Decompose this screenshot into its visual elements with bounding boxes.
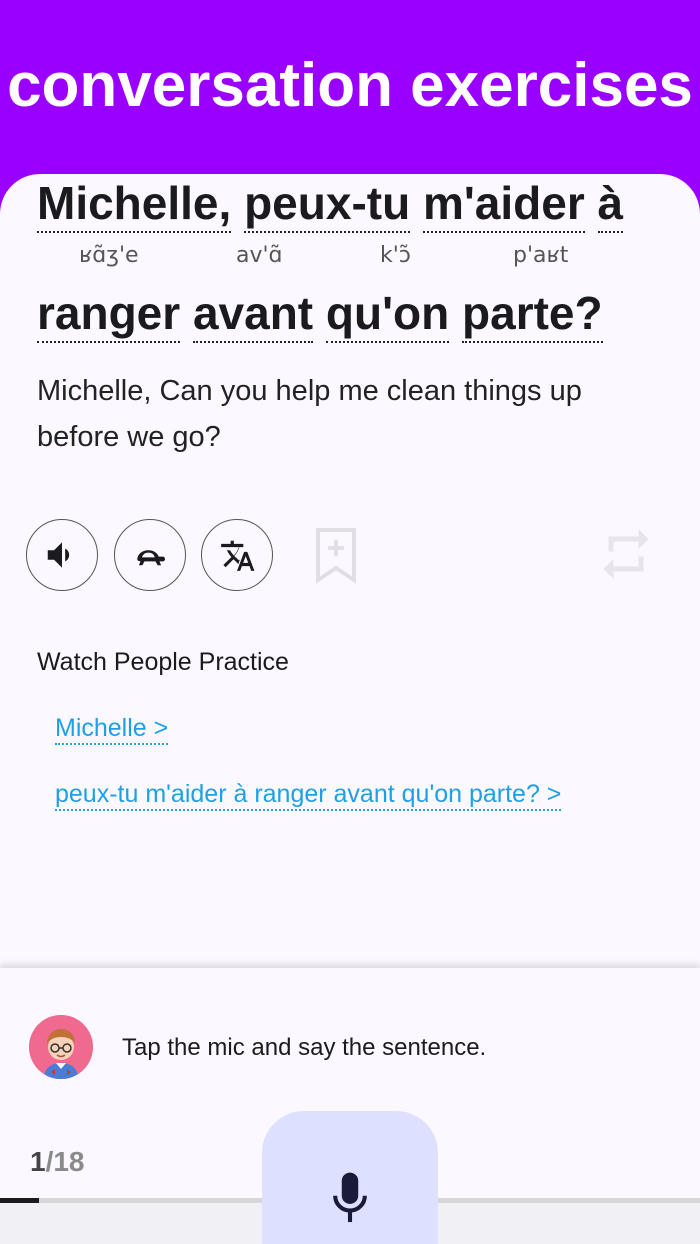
sentence-line-2: ranger avant qu'on parte? [37, 286, 603, 343]
mic-prompt-text: Tap the mic and say the sentence. [122, 1034, 487, 1061]
progress-counter: 1/18 [30, 1146, 85, 1178]
sentence-word[interactable]: peux-tu [244, 177, 411, 233]
practice-section-title: Watch People Practice [37, 648, 289, 676]
translate-button[interactable] [201, 519, 273, 591]
sentence-word[interactable]: ranger [37, 287, 181, 343]
tutor-avatar [29, 1015, 93, 1079]
repeat-button[interactable] [596, 524, 656, 589]
ipa-label: k'ɔ̃ [380, 243, 411, 268]
tutor-avatar-icon [29, 1015, 93, 1079]
play-audio-button[interactable] [26, 519, 98, 591]
ipa-label: ʁɑ̃ʒ'e [79, 243, 139, 268]
repeat-icon [603, 529, 649, 579]
bookmark-add-icon [316, 528, 356, 584]
sentence-word[interactable]: qu'on [325, 287, 450, 343]
ipa-label: p'aʁt [513, 243, 569, 268]
bookmark-button[interactable] [312, 526, 360, 589]
sentence-word[interactable]: parte? [462, 287, 603, 343]
slow-audio-button[interactable] [114, 519, 186, 591]
practice-link-sentence[interactable]: peux-tu m'aider à ranger avant qu'on par… [55, 780, 562, 811]
sentence-word[interactable]: avant [192, 287, 314, 343]
header-bar: conversation exercises [0, 0, 700, 200]
sentence-word[interactable]: m'aider [422, 177, 585, 233]
page-title: conversation exercises [7, 51, 693, 120]
mic-button[interactable] [262, 1111, 438, 1244]
turtle-icon [137, 550, 166, 566]
sentence-word[interactable]: à [597, 177, 624, 233]
practice-link-michelle[interactable]: Michelle > [55, 714, 169, 745]
speaker-icon [47, 542, 70, 568]
progress-total: /18 [45, 1146, 85, 1177]
microphone-icon [333, 1172, 367, 1223]
ipa-label: av'ɑ̃ [236, 243, 283, 268]
sentence-word[interactable]: Michelle, [37, 177, 232, 233]
translation-text: Michelle, Can you help me clean things u… [37, 375, 582, 453]
sentence-line-1: Michelle, peux-tu m'aider à [37, 176, 624, 233]
translate-icon [221, 540, 255, 571]
progress-current: 1 [30, 1146, 46, 1177]
